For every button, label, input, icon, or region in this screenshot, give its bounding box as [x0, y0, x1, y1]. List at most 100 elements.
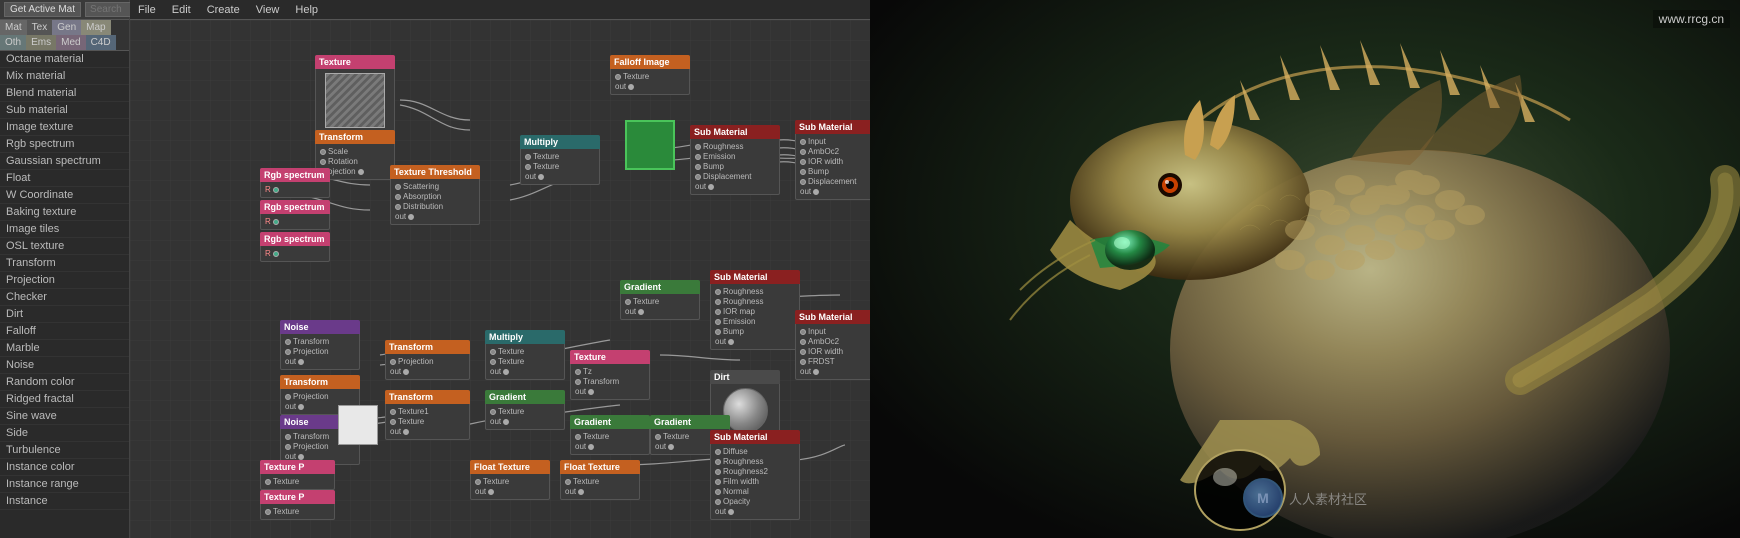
sidebar-item-baking-texture[interactable]: Baking texture	[0, 204, 129, 221]
sidebar-item-dirt[interactable]: Dirt	[0, 306, 129, 323]
node-texture-p2-header: Texture P	[260, 490, 335, 504]
menu-create[interactable]: Create	[203, 4, 244, 16]
sidebar-item-checker[interactable]: Checker	[0, 289, 129, 306]
port-subrm-out	[813, 369, 819, 375]
node-multiply[interactable]: Multiply Texture Texture out	[520, 135, 600, 185]
node-float-bottom-header: Float Texture	[470, 460, 550, 474]
node-multiply-lower[interactable]: Multiply Texture Texture out	[485, 330, 565, 380]
node-submaterial-mid[interactable]: Sub Material Roughness Roughness IOR map…	[710, 270, 800, 350]
sidebar-item-instance[interactable]: Instance	[0, 493, 129, 510]
sidebar-item-instance-color[interactable]: Instance color	[0, 459, 129, 476]
sidebar-item-mix-material[interactable]: Mix material	[0, 68, 129, 85]
sidebar-item-rgb-spectrum[interactable]: Rgb spectrum	[0, 136, 129, 153]
port-gradbl-in	[575, 434, 581, 440]
node-texture-lm-header: Texture	[570, 350, 650, 364]
port-thresh-in	[395, 184, 401, 190]
sidebar-item-noise[interactable]: Noise	[0, 357, 129, 374]
port-tr4-in	[390, 409, 396, 415]
node-texture-top[interactable]: Texture	[315, 55, 395, 134]
sidebar-item-sub-material[interactable]: Sub material	[0, 102, 129, 119]
sidebar-item-sine-wave[interactable]: Sine wave	[0, 408, 129, 425]
image-panel: M 人人素材社区 www.rrcg.cn	[870, 0, 1740, 538]
sidebar-item-falloff[interactable]: Falloff	[0, 323, 129, 340]
port-tr2-in1	[285, 394, 291, 400]
node-gradient-lower[interactable]: Gradient Texture out	[485, 390, 565, 430]
port-tr4-in2	[390, 419, 396, 425]
menu-view[interactable]: View	[252, 4, 284, 16]
tab-oth[interactable]: Oth	[0, 35, 26, 50]
node-texture-lower-mid[interactable]: Texture Tz Transform out	[570, 350, 650, 400]
sidebar-item-octane-material[interactable]: Octane material	[0, 51, 129, 68]
sidebar-item-image-texture[interactable]: Image texture	[0, 119, 129, 136]
node-rgb-body-3: R	[260, 246, 330, 262]
sidebar-item-random-color[interactable]: Random color	[0, 374, 129, 391]
node-falloff-image[interactable]: Falloff Image Texture out	[610, 55, 690, 95]
port-subm-out	[728, 339, 734, 345]
tab-row: Mat Tex Gen Map Oth Ems Med C4D	[0, 20, 129, 51]
sidebar-item-image-tiles[interactable]: Image tiles	[0, 221, 129, 238]
sidebar-item-blend-material[interactable]: Blend material	[0, 85, 129, 102]
port-sub-in4	[695, 174, 701, 180]
node-rgb-spectrum-1[interactable]: Rgb spectrum R	[260, 168, 330, 198]
node-noise-1[interactable]: Noise Transform Projection out	[280, 320, 360, 370]
sidebar-item-turbulence[interactable]: Turbulence	[0, 442, 129, 459]
sidebar-item-float[interactable]: Float	[0, 170, 129, 187]
white-preview-square	[338, 405, 378, 445]
node-transform-4-body: Texture1 Texture out	[385, 404, 470, 440]
node-transform-4[interactable]: Transform Texture1 Texture out	[385, 390, 470, 440]
tab-mat[interactable]: Mat	[0, 20, 27, 35]
node-texture-p2[interactable]: Texture P Texture	[260, 490, 335, 520]
node-gradient-upper[interactable]: Gradient Texture out	[620, 280, 700, 320]
tab-map[interactable]: Map	[81, 20, 110, 35]
tab-c4d[interactable]: C4D	[86, 35, 116, 50]
get-active-button[interactable]: Get Active Mat	[4, 2, 81, 17]
port-grad-in	[625, 299, 631, 305]
sidebar-item-osl-texture[interactable]: OSL texture	[0, 238, 129, 255]
port-rgb-out	[273, 187, 279, 193]
menu-help[interactable]: Help	[291, 4, 322, 16]
tab-tex[interactable]: Tex	[27, 20, 53, 35]
port-noise-in1	[285, 339, 291, 345]
node-transform-proj[interactable]: Transform Projection out	[385, 340, 470, 380]
node-submaterial-top[interactable]: Sub Material Roughness Emission Bump Dis…	[690, 125, 780, 195]
menu-edit[interactable]: Edit	[168, 4, 195, 16]
tab-gen[interactable]: Gen	[52, 20, 81, 35]
port-noise-in2	[285, 349, 291, 355]
sidebar-item-ridged-fractal[interactable]: Ridged fractal	[0, 391, 129, 408]
node-transform-2-header: Transform	[280, 375, 360, 389]
port-mull-in1	[490, 349, 496, 355]
node-transform-4-header: Transform	[385, 390, 470, 404]
node-texture-threshold[interactable]: Texture Threshold Scattering Absorption …	[390, 165, 480, 225]
sidebar: Get Active Mat Mat Tex Gen Map Oth Ems M…	[0, 0, 130, 538]
node-texture-p1-body: Texture	[260, 474, 335, 490]
node-gradient-bottom-left[interactable]: Gradient Texture out	[570, 415, 650, 455]
node-rgb-spectrum-header-2: Rgb spectrum	[260, 200, 330, 214]
node-rgb-spectrum-3[interactable]: Rgb spectrum R	[260, 232, 330, 262]
node-submaterial-bottom[interactable]: Sub Material Diffuse Roughness Roughness…	[710, 430, 800, 520]
port-tlm-out	[588, 389, 594, 395]
node-noise-header-1: Noise	[280, 320, 360, 334]
node-float-texture-br[interactable]: Float Texture Texture out	[560, 460, 640, 500]
node-submaterial-right-top[interactable]: Sub Material Input AmbOc2 IOR width Bump…	[795, 120, 870, 200]
tab-med[interactable]: Med	[56, 35, 85, 50]
sidebar-item-side[interactable]: Side	[0, 425, 129, 442]
node-editor[interactable]: File Edit Create View Help	[130, 0, 870, 538]
sidebar-item-marble[interactable]: Marble	[0, 340, 129, 357]
sidebar-item-projection[interactable]: Projection	[0, 272, 129, 289]
menu-file[interactable]: File	[134, 4, 160, 16]
sidebar-item-w-coordinate[interactable]: W Coordinate	[0, 187, 129, 204]
node-multiply-lower-body: Texture Texture out	[485, 344, 565, 380]
tab-ems[interactable]: Ems	[26, 35, 56, 50]
port-gradbr-out	[668, 444, 674, 450]
website-url: www.rrcg.cn	[1653, 10, 1730, 28]
node-float-texture-bottom[interactable]: Float Texture Texture out	[470, 460, 550, 500]
sidebar-item-instance-range[interactable]: Instance range	[0, 476, 129, 493]
node-submaterial-right-mid[interactable]: Sub Material Input AmbOc2 IOR width FRDS…	[795, 310, 870, 380]
port-subb-in1	[715, 449, 721, 455]
port-mul-out	[538, 174, 544, 180]
node-texture-p1[interactable]: Texture P Texture	[260, 460, 335, 490]
node-rgb-spectrum-2[interactable]: Rgb spectrum R	[260, 200, 330, 230]
sidebar-item-transform[interactable]: Transform	[0, 255, 129, 272]
port-tp2-in	[265, 509, 271, 515]
sidebar-item-gaussian-spectrum[interactable]: Gaussian spectrum	[0, 153, 129, 170]
